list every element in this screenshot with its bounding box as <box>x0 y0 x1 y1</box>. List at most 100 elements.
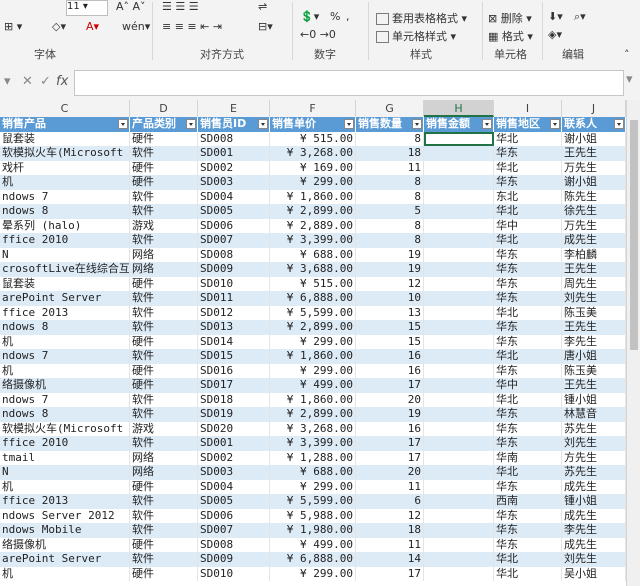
filter-dropdown-icon[interactable] <box>482 119 492 129</box>
table-cell[interactable]: 李先生 <box>562 334 626 349</box>
header-cell[interactable]: 产品类别 <box>130 117 198 132</box>
table-cell[interactable] <box>424 494 494 509</box>
table-cell[interactable]: 华东 <box>494 146 562 161</box>
align-left-icon[interactable]: ≡ ≡ ≡ ⇤ ⇥ <box>162 20 222 33</box>
table-cell[interactable] <box>424 247 494 262</box>
table-cell[interactable]: 万先生 <box>562 218 626 233</box>
table-cell[interactable]: 华北 <box>494 131 562 146</box>
table-cell[interactable]: 游戏 <box>130 421 198 436</box>
table-cell[interactable] <box>424 131 494 146</box>
header-cell[interactable]: 销售金额 <box>424 117 494 132</box>
table-cell[interactable] <box>424 204 494 219</box>
table-cell[interactable]: SD009 <box>198 552 270 567</box>
table-cell[interactable]: 王先生 <box>562 320 626 335</box>
table-cell[interactable]: 华东 <box>494 537 562 552</box>
table-cell[interactable] <box>424 233 494 248</box>
table-cell[interactable]: ffice 2013 <box>0 494 130 509</box>
table-cell[interactable]: 软件 <box>130 494 198 509</box>
table-cell[interactable]: 锺小姐 <box>562 494 626 509</box>
table-cell[interactable]: 19 <box>356 262 424 277</box>
table-cell[interactable] <box>424 421 494 436</box>
table-cell[interactable]: 西南 <box>494 494 562 509</box>
table-cell[interactable]: 12 <box>356 508 424 523</box>
table-cell[interactable]: 机 <box>0 175 130 190</box>
table-cell[interactable]: 李柏麟 <box>562 247 626 262</box>
table-cell[interactable]: 8 <box>356 175 424 190</box>
table-cell[interactable]: 8 <box>356 218 424 233</box>
table-cell[interactable]: SD004 <box>198 479 270 494</box>
table-cell[interactable]: 16 <box>356 349 424 364</box>
table-cell[interactable]: 机 <box>0 566 130 581</box>
table-cell[interactable]: SD020 <box>198 421 270 436</box>
table-cell[interactable]: 网络 <box>130 262 198 277</box>
table-cell[interactable] <box>424 175 494 190</box>
table-cell[interactable]: 络摄像机 <box>0 537 130 552</box>
table-cell[interactable]: 18 <box>356 523 424 538</box>
table-cell[interactable]: 华东 <box>494 508 562 523</box>
table-cell[interactable]: 5 <box>356 204 424 219</box>
table-cell[interactable]: arePoint Server <box>0 552 130 567</box>
table-cell[interactable]: 华东 <box>494 262 562 277</box>
table-cell[interactable]: ¥ 3,268.00 <box>270 421 356 436</box>
name-box-dropdown-icon[interactable]: ▾ <box>4 74 11 89</box>
table-cell[interactable]: 华北 <box>494 566 562 581</box>
table-cell[interactable] <box>424 552 494 567</box>
column-header-d[interactable]: D <box>130 100 198 117</box>
table-cell[interactable]: ¥ 3,399.00 <box>270 233 356 248</box>
table-cell[interactable]: 硬件 <box>130 131 198 146</box>
table-cell[interactable] <box>424 262 494 277</box>
table-cell[interactable]: 苏先生 <box>562 421 626 436</box>
table-cell[interactable]: 软件 <box>130 291 198 306</box>
table-cell[interactable]: 刘先生 <box>562 552 626 567</box>
phonetic-icon[interactable]: wén▾ <box>122 20 150 33</box>
table-cell[interactable]: ¥ 5,599.00 <box>270 305 356 320</box>
cell-styles-button[interactable]: 单元格样式 ▾ <box>376 28 456 44</box>
fill-color-icon[interactable]: ◇▾ <box>52 20 66 33</box>
filter-dropdown-icon[interactable] <box>258 119 268 129</box>
table-cell[interactable] <box>424 378 494 393</box>
table-cell[interactable]: ndows 7 <box>0 189 130 204</box>
table-cell[interactable]: 华东 <box>494 276 562 291</box>
table-cell[interactable]: ¥ 5,599.00 <box>270 494 356 509</box>
table-cell[interactable]: SD011 <box>198 291 270 306</box>
table-cell[interactable]: 网络 <box>130 450 198 465</box>
table-cell[interactable]: 软件 <box>130 233 198 248</box>
table-cell[interactable] <box>424 537 494 552</box>
table-cell[interactable]: 吴小姐 <box>562 566 626 581</box>
table-cell[interactable]: 华北 <box>494 465 562 480</box>
table-cell[interactable]: ¥ 3,268.00 <box>270 146 356 161</box>
table-cell[interactable]: 华东 <box>494 436 562 451</box>
table-cell[interactable]: SD001 <box>198 146 270 161</box>
table-cell[interactable]: 王先生 <box>562 146 626 161</box>
column-header-h[interactable]: H <box>424 100 494 117</box>
table-cell[interactable]: 硬件 <box>130 363 198 378</box>
table-cell[interactable] <box>424 189 494 204</box>
table-cell[interactable]: SD003 <box>198 175 270 190</box>
collapse-ribbon-icon[interactable]: ˄ <box>624 48 630 61</box>
table-cell[interactable]: ¥ 299.00 <box>270 566 356 581</box>
table-cell[interactable]: 软件 <box>130 523 198 538</box>
table-cell[interactable]: 游戏 <box>130 218 198 233</box>
header-cell[interactable]: 销售单价 <box>270 117 356 132</box>
table-cell[interactable]: 6 <box>356 494 424 509</box>
comma-button[interactable]: , <box>346 10 350 23</box>
table-cell[interactable]: 17 <box>356 436 424 451</box>
table-cell[interactable]: 陈玉美 <box>562 305 626 320</box>
table-cell[interactable]: 17 <box>356 450 424 465</box>
table-cell[interactable]: 万先生 <box>562 160 626 175</box>
table-cell[interactable]: 网络 <box>130 247 198 262</box>
table-cell[interactable]: 16 <box>356 363 424 378</box>
table-cell[interactable]: 方先生 <box>562 450 626 465</box>
table-cell[interactable]: 苏先生 <box>562 465 626 480</box>
table-cell[interactable] <box>424 160 494 175</box>
table-cell[interactable]: 硬件 <box>130 160 198 175</box>
table-cell[interactable]: 硬件 <box>130 537 198 552</box>
column-header-g[interactable]: G <box>356 100 424 117</box>
column-header-f[interactable]: F <box>270 100 356 117</box>
table-cell[interactable] <box>424 291 494 306</box>
table-cell[interactable]: ¥ 499.00 <box>270 378 356 393</box>
table-cell[interactable]: 锺小姐 <box>562 392 626 407</box>
table-cell[interactable]: 华东 <box>494 334 562 349</box>
table-cell[interactable]: 机 <box>0 334 130 349</box>
table-cell[interactable]: 华北 <box>494 160 562 175</box>
